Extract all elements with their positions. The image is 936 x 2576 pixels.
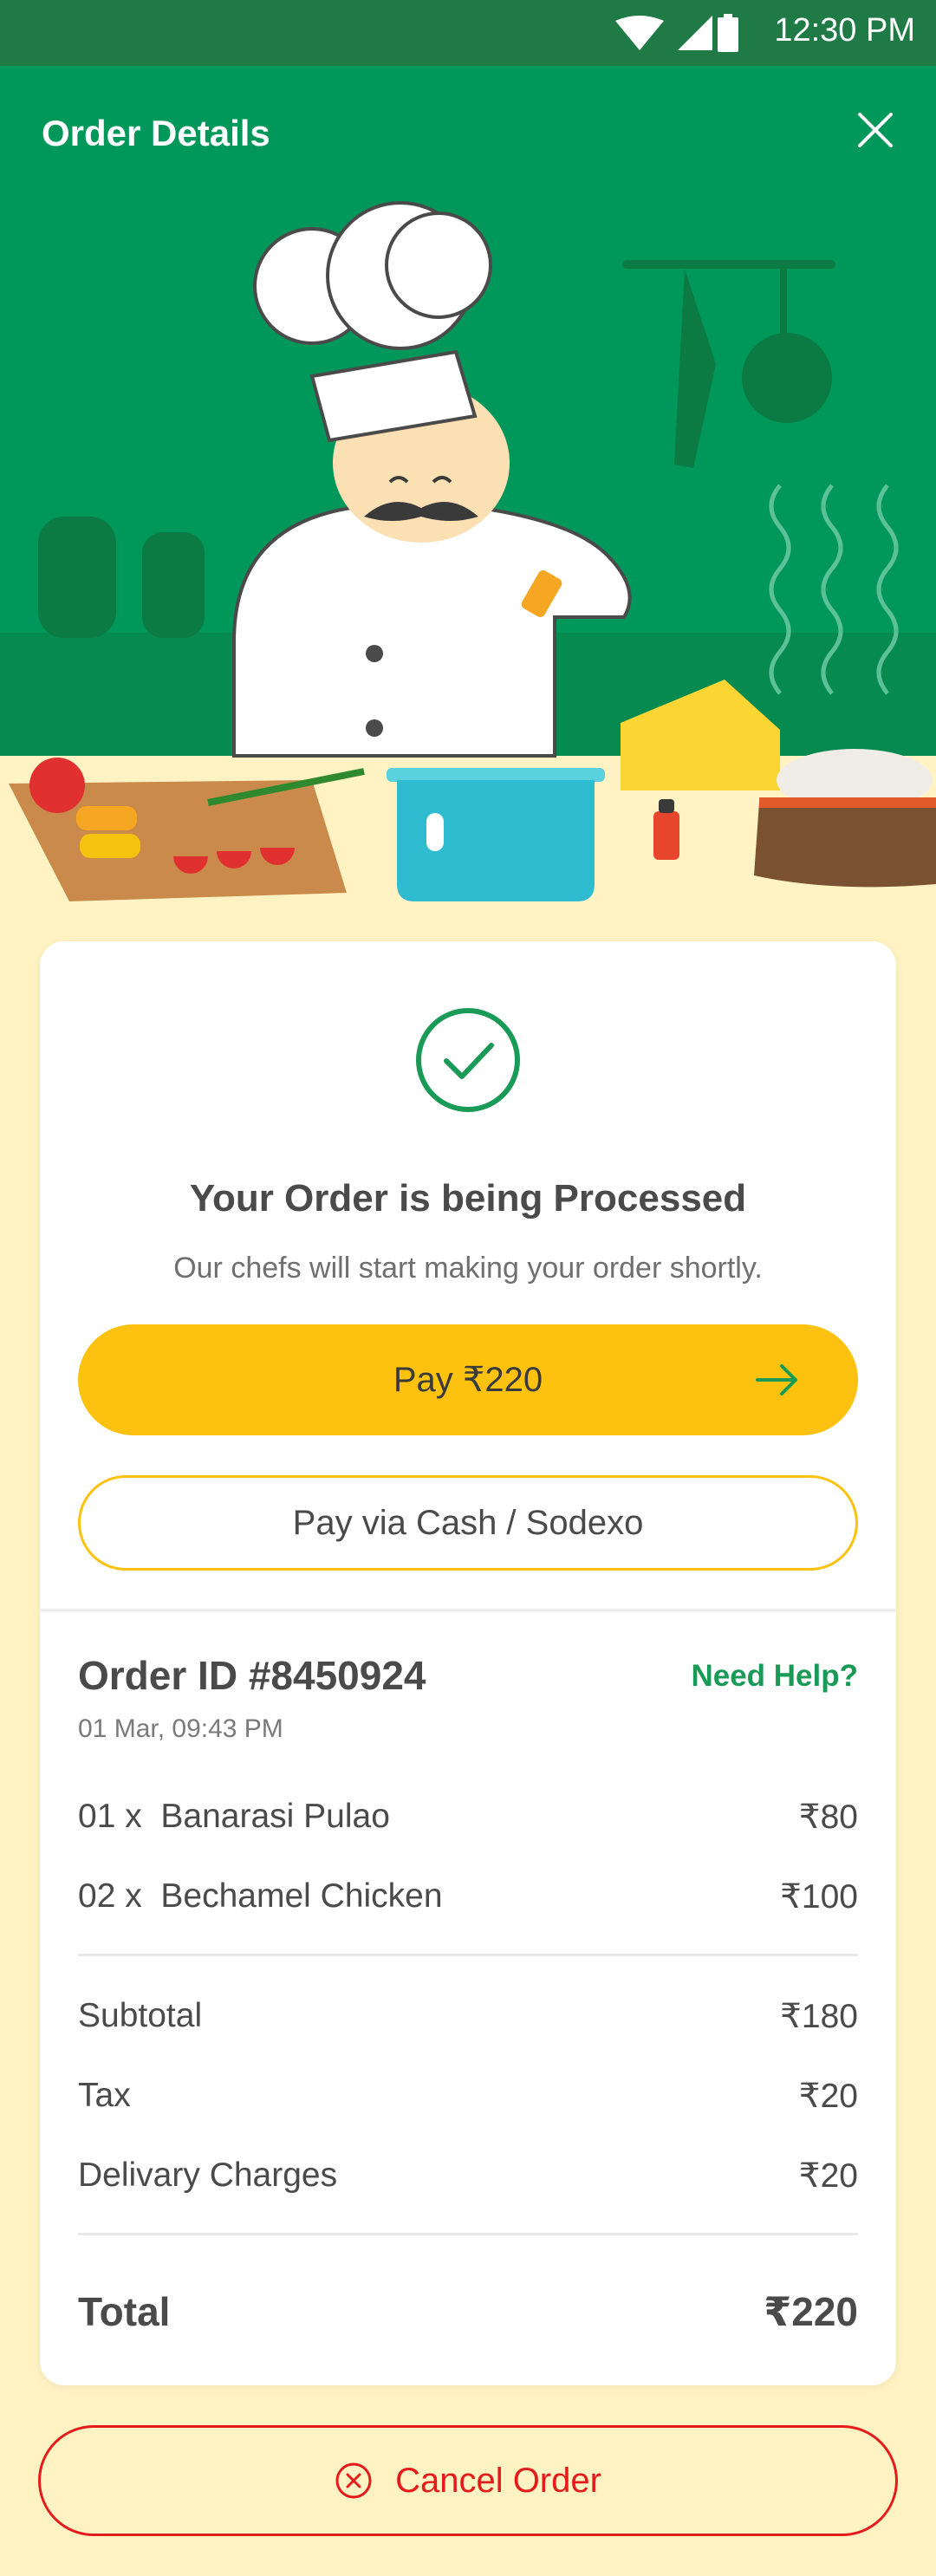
tax-row: Tax ₹20 [78, 2077, 858, 2118]
item-price: ₹80 [798, 1799, 858, 1836]
close-icon[interactable] [856, 111, 894, 149]
battery-icon [718, 14, 738, 52]
item-qty: 01 x [78, 1798, 142, 1835]
cancel-order-label: Cancel Order [395, 2461, 601, 2500]
arrow-right-icon [756, 1364, 797, 1395]
tax-value: ₹20 [798, 2078, 858, 2115]
total-label: Total [78, 2289, 171, 2334]
delivery-label: Delivary Charges [78, 2156, 338, 2194]
list-item: 01 x Banarasi Pulao ₹80 [78, 1798, 858, 1839]
status-subtitle: Our chefs will start making your order s… [173, 1252, 763, 1285]
order-id: Order ID #8450924 [78, 1653, 426, 1698]
total-row: Total ₹220 [78, 2288, 858, 2340]
total-value: ₹220 [764, 2289, 858, 2334]
item-name: Banarasi Pulao [160, 1798, 390, 1835]
signal-icon [678, 16, 712, 50]
pay-button-label: Pay ₹220 [393, 1361, 543, 1399]
pay-cash-label: Pay via Cash / Sodexo [292, 1503, 644, 1542]
order-card: Your Order is being Processed Our chefs … [40, 941, 896, 2385]
hero-illustration [0, 66, 936, 950]
item-qty: 02 x [78, 1877, 142, 1915]
divider [78, 1954, 858, 1956]
status-time: 12:30 PM [774, 12, 915, 49]
subtotal-row: Subtotal ₹180 [78, 1997, 858, 2039]
chef-kitchen-illustration [0, 66, 936, 950]
wifi-icon [615, 16, 664, 50]
divider [78, 2233, 858, 2235]
pay-cash-sodexo-button[interactable]: Pay via Cash / Sodexo [78, 1475, 858, 1571]
section-divider [40, 1609, 896, 1611]
cancel-circle-icon [335, 2462, 372, 2499]
pay-button[interactable]: Pay ₹220 [78, 1324, 858, 1435]
delivery-value: ₹20 [798, 2157, 858, 2195]
subtotal-label: Subtotal [78, 1997, 203, 2034]
success-check-icon [416, 1008, 520, 1112]
cancel-order-button[interactable]: Cancel Order [38, 2425, 898, 2536]
status-title: Your Order is being Processed [189, 1177, 747, 1220]
tax-label: Tax [78, 2077, 131, 2114]
delivery-row: Delivary Charges ₹20 [78, 2156, 858, 2198]
item-price: ₹100 [780, 1878, 858, 1916]
order-datetime: 01 Mar, 09:43 PM [78, 1714, 283, 1743]
status-bar: 12:30 PM [0, 0, 936, 66]
need-help-link[interactable]: Need Help? [691, 1659, 858, 1694]
item-name: Bechamel Chicken [160, 1877, 443, 1915]
list-item: 02 x Bechamel Chicken ₹100 [78, 1877, 858, 1919]
subtotal-value: ₹180 [780, 1998, 858, 2035]
page-title: Order Details [42, 113, 270, 153]
